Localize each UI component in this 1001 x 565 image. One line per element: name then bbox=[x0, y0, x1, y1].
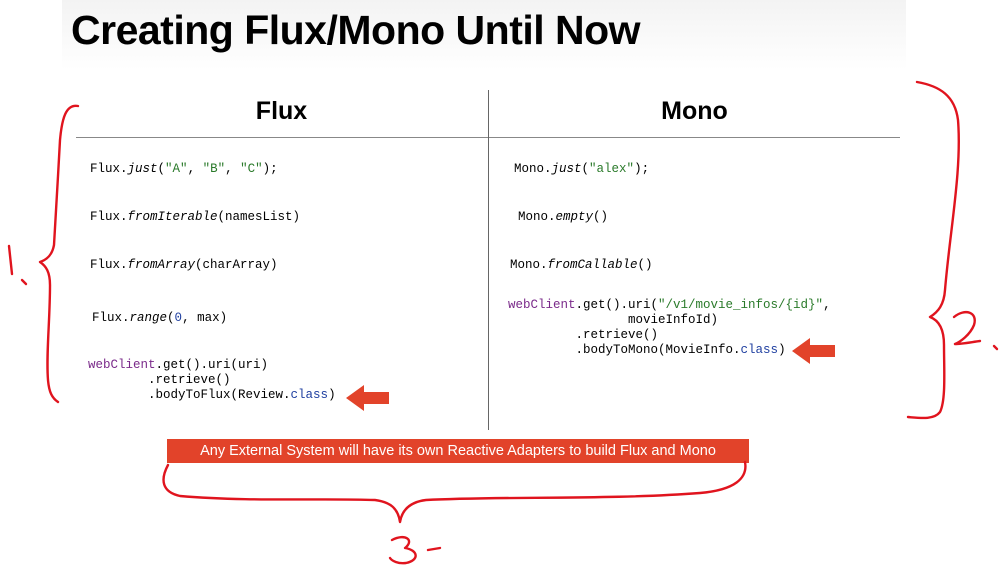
left-brace-icon bbox=[38, 104, 80, 404]
right-brace-icon bbox=[906, 80, 961, 420]
label-three-icon bbox=[388, 535, 417, 565]
handwritten-annotations bbox=[7, 80, 999, 565]
label-one-icon bbox=[7, 244, 14, 276]
label-two-icon bbox=[952, 310, 982, 346]
bottom-brace-icon bbox=[162, 460, 747, 524]
